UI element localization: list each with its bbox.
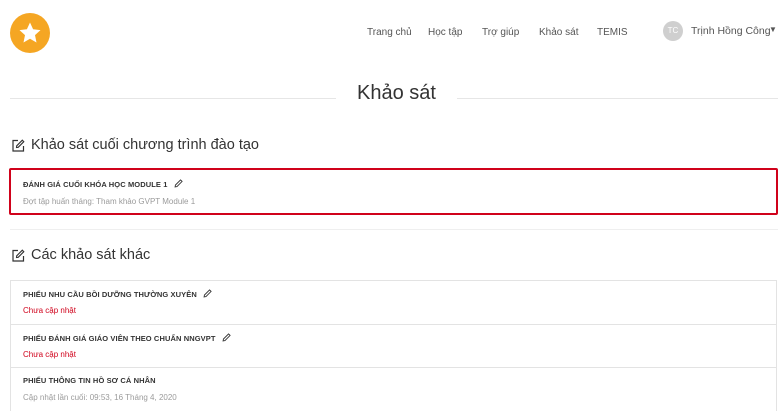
survey-subtitle: Đợt tập huấn tháng: Tham khảo GVPT Modul… — [23, 197, 196, 206]
title-divider-left — [10, 98, 336, 99]
survey-status: Chưa cập nhật — [23, 306, 76, 315]
logo-star-icon[interactable] — [10, 13, 50, 53]
nav-item-help[interactable]: Trợ giúp — [482, 27, 519, 38]
list-item[interactable]: PHIẾU NHU CẦU BỒI DƯỠNG THƯỜNG XUYÊN Chư… — [11, 281, 776, 324]
nav-item-survey[interactable]: Khảo sát — [539, 27, 578, 38]
pencil-icon[interactable] — [222, 333, 231, 342]
page-title-bar: Khảo sát — [10, 80, 778, 110]
survey-title: PHIẾU THÔNG TIN HỒ SƠ CÁ NHÂN — [23, 376, 156, 385]
top-header: Trang chủ Học tập Trợ giúp Khảo sát TEMI… — [0, 0, 778, 66]
avatar: TC — [663, 21, 683, 41]
survey-title-text: PHIẾU ĐÁNH GIÁ GIÁO VIÊN THEO CHUẨN NNGV… — [23, 334, 216, 343]
pencil-icon[interactable] — [174, 179, 183, 188]
edit-square-icon — [12, 249, 25, 262]
section-divider — [10, 229, 778, 230]
other-surveys-list: PHIẾU NHU CẦU BỒI DƯỠNG THƯỜNG XUYÊN Chư… — [10, 280, 777, 411]
list-item[interactable]: PHIẾU THÔNG TIN HỒ SƠ CÁ NHÂN Cập nhật l… — [11, 367, 776, 411]
survey-title-text: ĐÁNH GIÁ CUỐI KHÓA HỌC MODULE 1 — [23, 180, 168, 189]
survey-title-text: PHIẾU NHU CẦU BỒI DƯỠNG THƯỜNG XUYÊN — [23, 290, 197, 299]
final-survey-card[interactable]: ĐÁNH GIÁ CUỐI KHÓA HỌC MODULE 1 Đợt tập … — [9, 168, 778, 215]
pencil-icon[interactable] — [203, 289, 212, 298]
caret-down-icon: ▼ — [769, 25, 777, 34]
section-heading-text: Các khảo sát khác — [31, 247, 151, 263]
nav-item-learning[interactable]: Học tập — [428, 27, 462, 38]
survey-status: Cập nhật lần cuối: 09:53, 16 Tháng 4, 20… — [23, 393, 177, 402]
survey-title-text: PHIẾU THÔNG TIN HỒ SƠ CÁ NHÂN — [23, 376, 156, 385]
user-name: Trịnh Hồng Công — [691, 25, 771, 37]
nav-item-temis[interactable]: TEMIS — [597, 27, 628, 38]
survey-title: ĐÁNH GIÁ CUỐI KHÓA HỌC MODULE 1 — [23, 179, 183, 189]
survey-title: PHIẾU ĐÁNH GIÁ GIÁO VIÊN THEO CHUẨN NNGV… — [23, 333, 231, 343]
section-heading-text: Khảo sát cuối chương trình đào tạo — [31, 137, 259, 153]
title-divider-right — [457, 98, 778, 99]
survey-status: Chưa cập nhật — [23, 350, 76, 359]
survey-title: PHIẾU NHU CẦU BỒI DƯỠNG THƯỜNG XUYÊN — [23, 289, 212, 299]
edit-square-icon — [12, 139, 25, 152]
page-title: Khảo sát — [357, 82, 436, 104]
list-item[interactable]: PHIẾU ĐÁNH GIÁ GIÁO VIÊN THEO CHUẨN NNGV… — [11, 324, 776, 368]
nav-item-home[interactable]: Trang chủ — [367, 27, 412, 38]
